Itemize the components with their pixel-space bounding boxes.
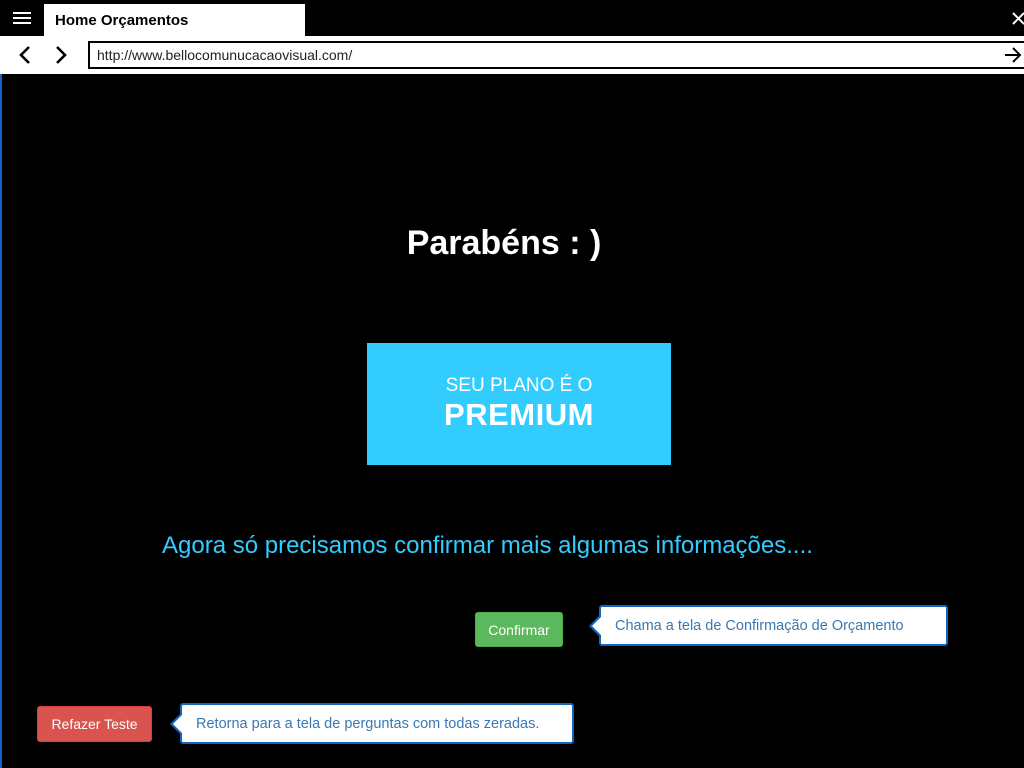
confirm-callout-text: Chama a tela de Confirmação de Orçamento xyxy=(615,617,904,634)
redo-callout: Retorna para a tela de perguntas com tod… xyxy=(170,703,574,744)
close-icon xyxy=(1012,12,1024,25)
title-bar: Home Orçamentos xyxy=(0,0,1024,36)
arrow-right-icon xyxy=(1005,47,1022,63)
confirm-callout: Chama a tela de Confirmação de Orçamento xyxy=(589,605,948,646)
page-content: Parabéns : ) SEU PLANO É O PREMIUM Agora… xyxy=(0,74,1024,768)
plan-intro-text: SEU PLANO É O xyxy=(445,375,593,396)
browser-window: Home Orçamentos http://www.bellocomunuca… xyxy=(0,0,1024,768)
tab-home-orcamentos[interactable]: Home Orçamentos xyxy=(44,4,305,36)
hamburger-menu-icon xyxy=(13,12,31,24)
go-button[interactable] xyxy=(1002,41,1024,69)
info-message: Agora só precisamos confirmar mais algum… xyxy=(162,532,813,559)
url-text: http://www.bellocomunucacaovisual.com/ xyxy=(97,47,353,63)
plan-box: SEU PLANO É O PREMIUM xyxy=(367,343,671,465)
redo-test-button[interactable]: Refazer Teste xyxy=(37,706,152,742)
tab-title: Home Orçamentos xyxy=(55,11,189,29)
chevron-right-icon xyxy=(56,46,67,64)
forward-button[interactable] xyxy=(45,36,77,74)
page-title: Parabéns : ) xyxy=(406,224,602,262)
back-button[interactable] xyxy=(9,36,41,74)
chevron-left-icon xyxy=(19,46,30,64)
close-button[interactable] xyxy=(1010,6,1024,30)
menu-button[interactable] xyxy=(0,0,44,36)
plan-name: PREMIUM xyxy=(444,397,594,432)
confirm-button[interactable]: Confirmar xyxy=(475,612,563,647)
url-input[interactable]: http://www.bellocomunucacaovisual.com/ xyxy=(88,41,1024,69)
redo-callout-text: Retorna para a tela de perguntas com tod… xyxy=(196,715,540,732)
address-bar: http://www.bellocomunucacaovisual.com/ xyxy=(0,36,1024,74)
